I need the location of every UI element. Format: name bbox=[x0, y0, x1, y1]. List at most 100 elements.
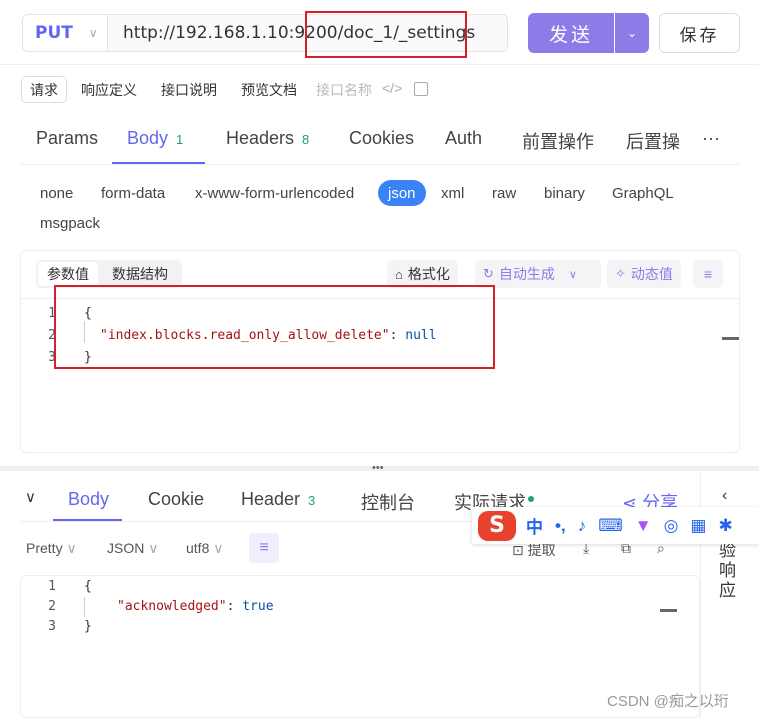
body-type-binary[interactable]: binary bbox=[544, 180, 585, 206]
tab-label: Headers bbox=[226, 128, 295, 148]
send-button[interactable]: 发送 bbox=[528, 13, 614, 53]
tab-label: Params bbox=[36, 128, 99, 148]
tab-post-ops[interactable]: 后置操 bbox=[626, 128, 682, 162]
magic-wand-icon: ✧ bbox=[615, 266, 626, 281]
chevron-left-icon[interactable]: ‹ bbox=[722, 487, 727, 505]
ime-toolbar[interactable]: S 中 •, ♪ ⌨ ▼ ◎ ▦ ✱ bbox=[472, 507, 759, 544]
collapse-icon[interactable]: ∨ bbox=[25, 488, 36, 506]
body-type-form-data[interactable]: form-data bbox=[101, 180, 165, 206]
tab-label: Auth bbox=[445, 128, 483, 148]
resp-tab-body[interactable]: Body bbox=[68, 489, 109, 510]
microphone-icon[interactable]: ♪ bbox=[578, 516, 587, 536]
tab-pre-ops[interactable]: 前置操作 bbox=[522, 128, 594, 162]
body-type-none[interactable]: none bbox=[40, 180, 73, 206]
tab-label: Header bbox=[241, 489, 301, 509]
format-button[interactable]: ⌂ 格式化 bbox=[387, 260, 458, 288]
encoding-select[interactable]: utf8 ∨ bbox=[186, 540, 224, 557]
auto-gen-label: 自动生成 bbox=[498, 266, 555, 282]
select-value: JSON bbox=[107, 540, 145, 556]
save-button[interactable]: 保存 bbox=[659, 13, 740, 53]
tab-badge: 3 bbox=[308, 493, 316, 508]
subtab-response-def[interactable]: 响应定义 bbox=[73, 76, 145, 103]
resp-tab-header[interactable]: Header 3 bbox=[241, 489, 315, 510]
chevron-down-icon: ∨ bbox=[66, 540, 77, 556]
skin-icon[interactable]: ▼ bbox=[635, 516, 652, 536]
panel-toggle-icon[interactable] bbox=[414, 82, 428, 96]
ime-lang-label[interactable]: 中 bbox=[526, 513, 543, 538]
url-annotation-box bbox=[305, 11, 467, 58]
response-code: 1 { 2 "acknowledged" : true 3 } bbox=[36, 577, 274, 637]
subtab-api-name[interactable]: 接口名称 bbox=[308, 76, 380, 103]
select-value: utf8 bbox=[186, 540, 210, 556]
body-type-raw[interactable]: raw bbox=[492, 180, 516, 206]
refresh-icon: ↻ bbox=[483, 266, 494, 281]
code-token: } bbox=[84, 619, 92, 634]
divider bbox=[0, 64, 759, 65]
code-icon[interactable]: </> bbox=[382, 80, 402, 96]
resp-tab-console[interactable]: 控制台 bbox=[361, 489, 415, 515]
dynamic-value-button[interactable]: ✧ 动态值 bbox=[607, 260, 681, 288]
format-icon: ⌂ bbox=[395, 266, 403, 282]
wrap-icon[interactable]: ≡ bbox=[693, 260, 723, 288]
keyboard-icon[interactable]: ⌨ bbox=[598, 516, 623, 536]
body-type-graphql[interactable]: GraphQL bbox=[612, 180, 674, 206]
tab-label: 前置操作 bbox=[522, 132, 594, 152]
divider bbox=[20, 164, 740, 165]
chevron-down-icon: ∨ bbox=[88, 26, 98, 40]
chevron-down-icon: ∨ bbox=[213, 540, 224, 556]
tab-body[interactable]: Body 1 bbox=[127, 128, 183, 162]
line-number: 3 bbox=[48, 350, 56, 365]
more-icon[interactable]: ··· bbox=[702, 128, 720, 149]
resp-tab-cookie[interactable]: Cookie bbox=[148, 489, 204, 510]
chevron-down-icon: ∨ bbox=[568, 268, 577, 281]
status-dot bbox=[528, 496, 534, 502]
seg-param-values[interactable]: 参数值 bbox=[38, 262, 98, 286]
subtab-preview-doc[interactable]: 预览文档 bbox=[233, 76, 305, 103]
scrollbar-marker bbox=[722, 337, 739, 340]
body-type-xml[interactable]: xml bbox=[441, 180, 464, 206]
select-value: Pretty bbox=[26, 540, 63, 556]
line-number: 2 bbox=[48, 599, 56, 614]
drag-handle-icon[interactable]: ••• bbox=[372, 462, 384, 474]
line-number: 1 bbox=[48, 579, 56, 594]
seg-data-structure[interactable]: 数据结构 bbox=[103, 262, 177, 286]
tab-headers[interactable]: Headers 8 bbox=[226, 128, 309, 162]
dynamic-label: 动态值 bbox=[630, 266, 673, 282]
watermark: CSDN @痴之以珩 bbox=[607, 693, 729, 710]
method-select[interactable]: PUT ∨ bbox=[22, 14, 108, 52]
code-line: 3 } bbox=[36, 617, 274, 637]
tab-cookies[interactable]: Cookies bbox=[349, 128, 414, 162]
subtab-request[interactable]: 请求 bbox=[21, 76, 67, 103]
gamepad-icon[interactable]: ◎ bbox=[664, 516, 679, 536]
indent-guide bbox=[84, 597, 85, 617]
code-token: { bbox=[84, 579, 92, 594]
code-token: : bbox=[226, 599, 243, 614]
apps-icon[interactable]: ▦ bbox=[690, 516, 706, 536]
tab-auth[interactable]: Auth bbox=[445, 128, 482, 162]
format-select[interactable]: Pretty ∨ bbox=[26, 540, 77, 557]
json-value: true bbox=[242, 599, 274, 614]
code-line: 2 "acknowledged" : true bbox=[36, 597, 274, 617]
auto-generate-button[interactable]: ↻ 自动生成 ∨ bbox=[475, 260, 601, 288]
lang-select[interactable]: JSON ∨ bbox=[107, 540, 158, 557]
body-type-msgpack[interactable]: msgpack bbox=[40, 210, 100, 236]
line-number: 3 bbox=[48, 619, 56, 634]
method-label: PUT bbox=[35, 23, 73, 43]
code-annotation-box bbox=[54, 285, 495, 369]
body-type-urlencoded[interactable]: x-www-form-urlencoded bbox=[195, 180, 354, 206]
wrap-icon[interactable]: ≡ bbox=[249, 533, 279, 563]
settings-icon[interactable]: ✱ bbox=[718, 516, 732, 536]
tab-badge: 8 bbox=[302, 132, 310, 147]
tab-label: Body bbox=[127, 128, 169, 148]
validate-response-label[interactable]: 验响应 bbox=[719, 541, 739, 601]
tab-label: 后置操 bbox=[626, 132, 680, 152]
punctuation-icon[interactable]: •, bbox=[555, 516, 566, 536]
extract-label: 提取 bbox=[527, 542, 556, 558]
json-key: "acknowledged" bbox=[117, 599, 227, 614]
sogou-logo-icon: S bbox=[478, 510, 516, 541]
subtab-api-doc[interactable]: 接口说明 bbox=[153, 76, 225, 103]
send-options-button[interactable]: ⌄ bbox=[615, 13, 649, 53]
tab-label: Cookies bbox=[349, 128, 415, 148]
body-type-json[interactable]: json bbox=[378, 180, 426, 206]
tab-params[interactable]: Params bbox=[36, 128, 98, 162]
